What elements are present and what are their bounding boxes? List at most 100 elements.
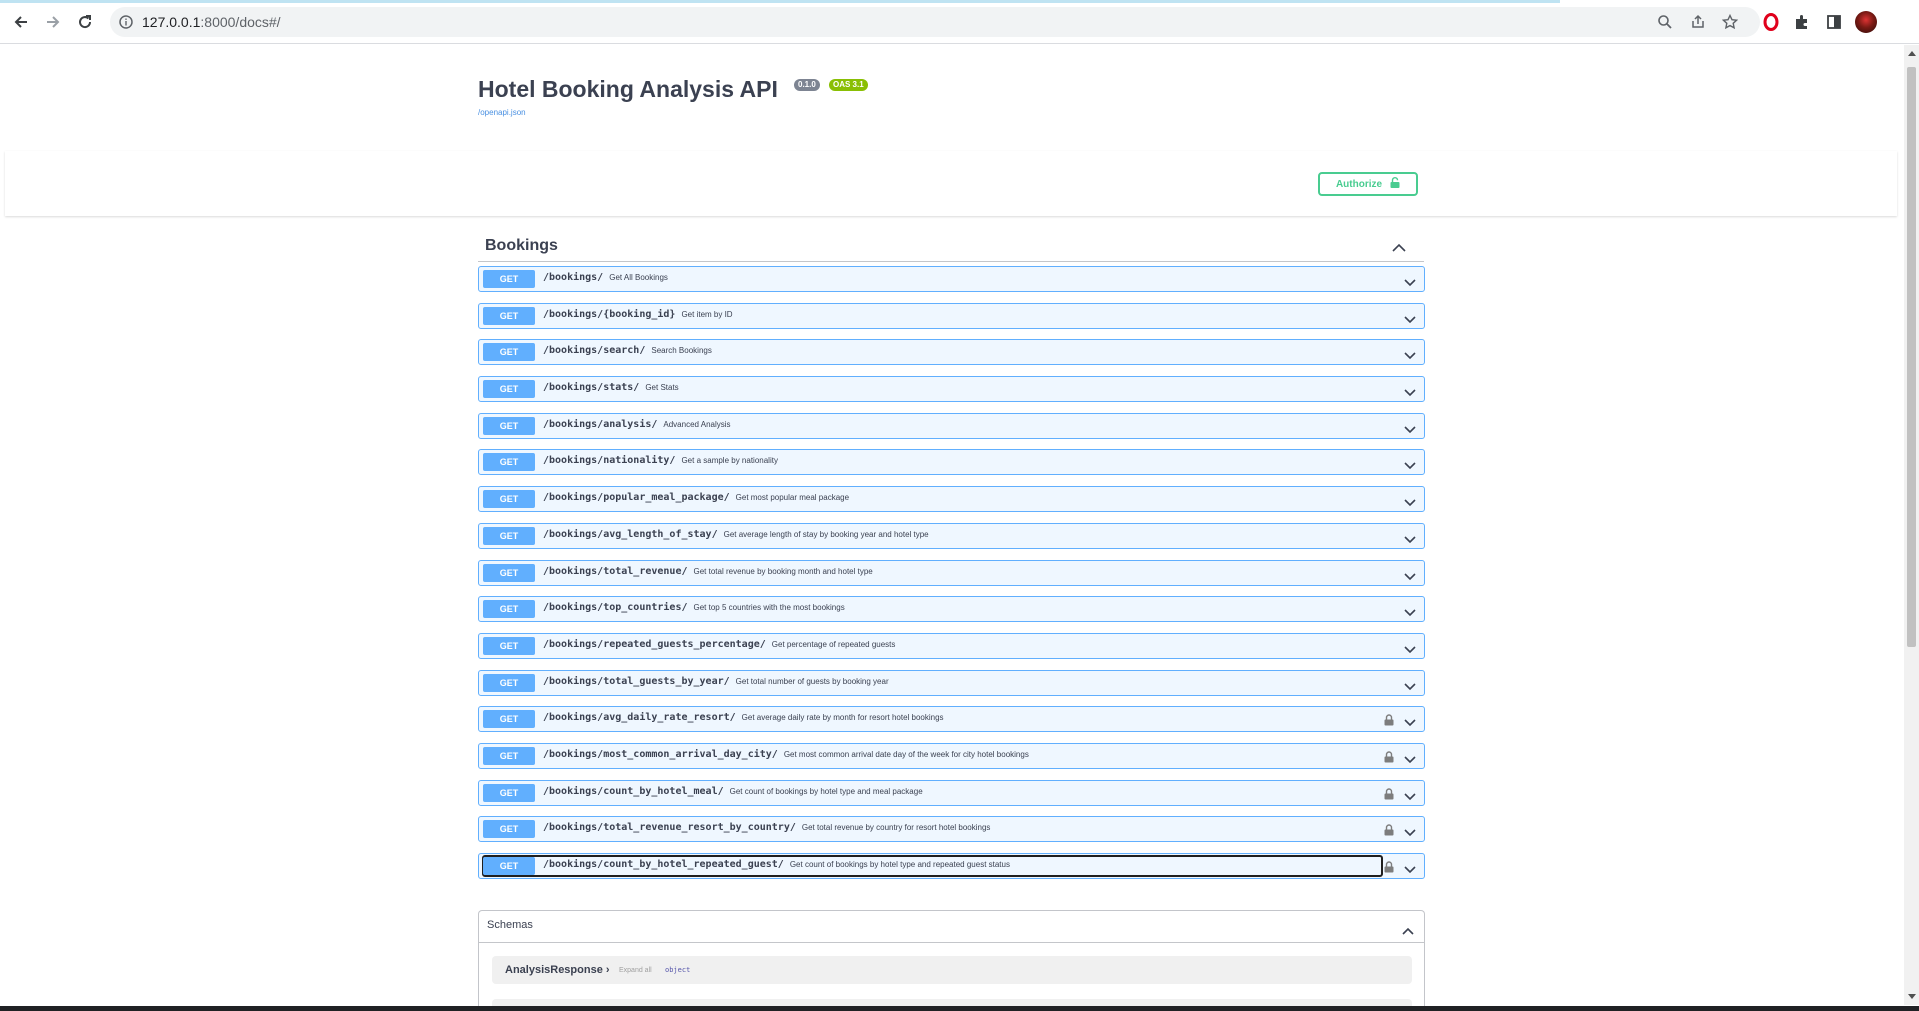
page-scrollbar[interactable] <box>1904 45 1919 1005</box>
operation-row[interactable]: GET/bookings/repeated_guests_percentage/… <box>478 632 1425 659</box>
operation-row[interactable]: GET/bookings/Get All Bookings <box>478 266 1425 292</box>
chevron-down-icon[interactable] <box>1404 678 1416 696</box>
method-badge-get: GET <box>483 636 535 655</box>
operation-path[interactable]: /bookings/total_guests_by_year/Get total… <box>543 676 889 687</box>
chevron-down-icon[interactable] <box>1404 788 1416 806</box>
model-name[interactable]: AnalysisResponse › <box>505 964 610 976</box>
chevron-down-icon[interactable] <box>1404 861 1416 879</box>
browser-toolbar: 127.0.0.1:8000/docs#/ <box>0 0 1919 44</box>
authorize-label: Authorize <box>1335 178 1383 190</box>
method-badge-get: GET <box>483 710 535 729</box>
chevron-down-icon[interactable] <box>1404 531 1416 549</box>
version-badge: 0.1.0 <box>794 79 820 91</box>
expand-all-link[interactable]: Expand all <box>619 967 652 974</box>
operation-path[interactable]: /bookings/count_by_hotel_meal/Get count … <box>543 786 923 797</box>
operation-summary: Get top 5 countries with the most bookin… <box>693 603 845 613</box>
operation-path[interactable]: /bookings/search/Search Bookings <box>543 345 712 356</box>
chevron-down-icon[interactable] <box>1404 421 1416 439</box>
operation-row[interactable]: GET/bookings/count_by_hotel_repeated_gue… <box>478 853 1425 879</box>
window-bottom-edge <box>0 1006 1919 1011</box>
scroll-down-icon[interactable] <box>1908 994 1916 999</box>
scrollbar-thumb[interactable] <box>1907 67 1916 647</box>
operation-summary: Get most popular meal package <box>735 493 850 503</box>
operation-row[interactable]: GET/bookings/analysis/Advanced Analysis <box>478 412 1425 439</box>
openapi-json-link[interactable]: /openapi.json <box>478 108 526 117</box>
zoom-icon[interactable] <box>1657 14 1673 30</box>
chevron-down-icon[interactable] <box>1404 274 1416 292</box>
chevron-down-icon[interactable] <box>1404 494 1416 512</box>
scheme-container <box>5 151 1897 216</box>
operation-path[interactable]: /bookings/popular_meal_package/Get most … <box>543 492 849 503</box>
model-analysisresponse[interactable]: AnalysisResponse › Expand all object <box>492 956 1412 984</box>
schemas-header[interactable]: Schemas <box>479 911 1424 943</box>
page-load-progress <box>0 0 1560 3</box>
lock-icon[interactable] <box>1384 787 1394 805</box>
chevron-down-icon[interactable] <box>1404 751 1416 769</box>
model-type: object <box>665 966 691 974</box>
operation-row[interactable]: GET/bookings/total_revenue_resort_by_cou… <box>478 816 1425 843</box>
operation-row[interactable]: GET/bookings/total_guests_by_year/Get to… <box>478 669 1425 696</box>
operation-row[interactable]: GET/bookings/popular_meal_package/Get mo… <box>478 486 1425 513</box>
chevron-down-icon[interactable] <box>1404 824 1416 842</box>
chevron-down-icon[interactable] <box>1404 457 1416 475</box>
operation-path[interactable]: /bookings/repeated_guests_percentage/Get… <box>543 639 895 650</box>
chevron-down-icon[interactable] <box>1404 604 1416 622</box>
operation-path[interactable]: /bookings/nationality/Get a sample by na… <box>543 455 778 466</box>
operation-path[interactable]: /bookings/total_revenue_resort_by_countr… <box>543 822 990 833</box>
chevron-down-icon[interactable] <box>1404 347 1416 365</box>
operation-row[interactable]: GET/bookings/stats/Get Stats <box>478 376 1425 403</box>
method-badge-get: GET <box>483 416 535 435</box>
address-bar[interactable]: 127.0.0.1:8000/docs#/ <box>110 7 1760 37</box>
operation-row[interactable]: GET/bookings/{booking_id} Get item by ID <box>478 302 1425 329</box>
profile-avatar[interactable] <box>1855 11 1877 33</box>
sidepanel-icon[interactable] <box>1824 12 1844 32</box>
operation-path[interactable]: /bookings/{booking_id} Get item by ID <box>543 309 733 320</box>
method-badge-get: GET <box>483 563 535 582</box>
operation-row[interactable]: GET/bookings/top_countries/Get top 5 cou… <box>478 596 1425 623</box>
operation-summary: Get item by ID <box>681 309 733 319</box>
api-title: Hotel Booking Analysis API <box>478 76 778 102</box>
operation-path[interactable]: /bookings/stats/Get Stats <box>543 382 679 393</box>
chevron-down-icon[interactable] <box>1404 384 1416 402</box>
operations-list: GET/bookings/Get All Bookings GET/booking… <box>478 266 1425 890</box>
chevron-up-icon[interactable] <box>1392 239 1406 257</box>
forward-icon[interactable] <box>41 10 65 34</box>
scroll-up-icon[interactable] <box>1908 51 1916 56</box>
chevron-right-icon: › <box>605 964 610 976</box>
operation-path[interactable]: /bookings/total_revenue/Get total revenu… <box>543 566 873 577</box>
info-icon[interactable] <box>118 14 134 35</box>
operation-row[interactable]: GET/bookings/nationality/Get a sample by… <box>478 449 1425 476</box>
authorize-button[interactable]: Authorize <box>1318 172 1418 196</box>
extensions-icon[interactable] <box>1792 12 1812 32</box>
opera-icon[interactable] <box>1761 12 1781 32</box>
back-icon[interactable] <box>9 10 33 34</box>
star-icon[interactable] <box>1721 13 1739 30</box>
chevron-down-icon[interactable] <box>1404 641 1416 659</box>
chevron-down-icon[interactable] <box>1404 714 1416 732</box>
operation-path[interactable]: /bookings/most_common_arrival_day_city/G… <box>543 749 1029 760</box>
chevron-up-icon[interactable] <box>1402 922 1414 940</box>
operation-row[interactable]: GET/bookings/total_revenue/Get total rev… <box>478 559 1425 586</box>
operation-row[interactable]: GET/bookings/avg_daily_rate_resort/Get a… <box>478 706 1425 733</box>
operation-row[interactable]: GET/bookings/count_by_hotel_meal/Get cou… <box>478 779 1425 806</box>
schemas-section: Schemas AnalysisResponse › Expand all ob… <box>478 910 1425 1011</box>
operation-row[interactable]: GET/bookings/avg_length_of_stay/Get aver… <box>478 522 1425 549</box>
lock-icon[interactable] <box>1384 860 1394 878</box>
lock-icon[interactable] <box>1384 713 1394 731</box>
operation-path[interactable]: /bookings/count_by_hotel_repeated_guest/… <box>543 859 1010 870</box>
operation-path[interactable]: /bookings/analysis/Advanced Analysis <box>543 419 731 430</box>
chevron-down-icon[interactable] <box>1404 311 1416 329</box>
operation-summary: Get total revenue by booking month and h… <box>693 566 873 576</box>
operation-row[interactable]: GET/bookings/search/Search Bookings <box>478 339 1425 366</box>
share-icon[interactable] <box>1690 14 1706 30</box>
tag-header-bookings[interactable]: Bookings <box>478 228 1424 262</box>
operation-row[interactable]: GET/bookings/most_common_arrival_day_cit… <box>478 742 1425 769</box>
operation-path[interactable]: /bookings/top_countries/Get top 5 countr… <box>543 602 845 613</box>
operation-path[interactable]: /bookings/avg_daily_rate_resort/Get aver… <box>543 712 944 723</box>
operation-path[interactable]: /bookings/avg_length_of_stay/Get average… <box>543 529 929 540</box>
lock-icon[interactable] <box>1384 823 1394 841</box>
chevron-down-icon[interactable] <box>1404 568 1416 586</box>
lock-icon[interactable] <box>1384 750 1394 768</box>
operation-path[interactable]: /bookings/Get All Bookings <box>543 272 668 283</box>
reload-icon[interactable] <box>73 10 97 34</box>
